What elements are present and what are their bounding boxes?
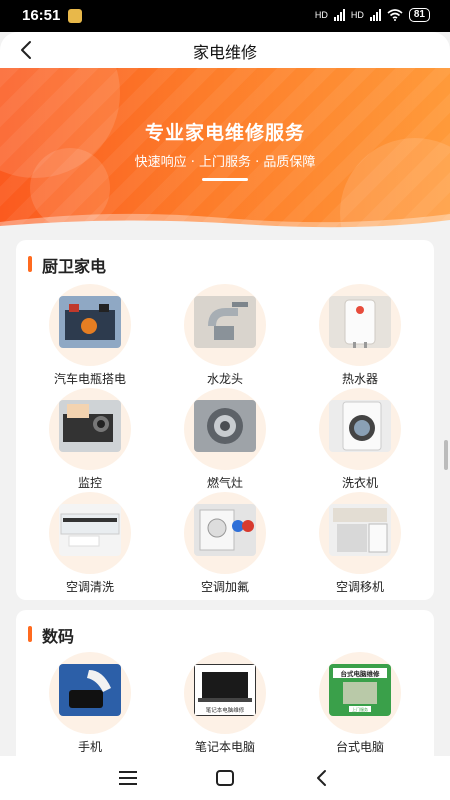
signal-icon-1	[333, 9, 345, 21]
service-faucet[interactable]: 水龙头	[160, 284, 290, 387]
signal-icon-2	[369, 9, 381, 21]
service-label: 台式电脑	[335, 740, 384, 754]
car-battery-photo	[49, 284, 131, 366]
phone-repair-photo	[49, 652, 131, 734]
banner-wave	[0, 213, 450, 230]
service-label: 空调清洗	[65, 580, 114, 594]
ac-cleaning-photo	[49, 492, 131, 574]
back-icon[interactable]	[307, 766, 337, 790]
section-digital: 数码 手机 笔记本电脑维修 笔记本电脑 台式电脑维修 上门服务 台式电脑	[16, 610, 434, 756]
network-label-1: HD	[314, 10, 328, 20]
gas-stove-photo	[184, 388, 266, 470]
scrollbar[interactable]	[444, 440, 448, 470]
service-gas-stove[interactable]: 燃气灶	[160, 388, 290, 491]
status-time: 16:51	[22, 7, 61, 24]
service-ac-refill[interactable]: 空调加氟	[160, 492, 290, 595]
service-label: 汽车电瓶搭电	[53, 372, 126, 386]
notification-icon	[68, 9, 82, 23]
service-laptop[interactable]: 笔记本电脑维修 笔记本电脑	[160, 652, 290, 755]
service-car-battery[interactable]: 汽车电瓶搭电	[25, 284, 155, 387]
service-ac-cleaning[interactable]: 空调清洗	[25, 492, 155, 595]
service-phone[interactable]: 手机	[25, 652, 155, 755]
service-label: 空调移机	[335, 580, 384, 594]
section-kitchen-appliances: 厨卫家电 汽车电瓶搭电 水龙头 热水器 监控 燃气灶 洗衣机 空调清洗 空调加氟…	[16, 240, 434, 600]
service-label: 洗衣机	[341, 476, 378, 490]
status-icons: HD HD 81	[315, 8, 430, 22]
network-label-2: HD	[350, 10, 364, 20]
ac-refill-photo	[184, 492, 266, 574]
washing-machine-photo	[319, 388, 401, 470]
banner-subtitle: 快速响应 · 上门服务 · 品质保障	[134, 155, 316, 170]
promo-banner: 专业家电维修服务 快速响应 · 上门服务 · 品质保障	[0, 68, 450, 230]
app-header: 家电维修	[0, 32, 450, 68]
service-label: 燃气灶	[206, 476, 243, 490]
service-washing-machine[interactable]: 洗衣机	[295, 388, 425, 491]
menu-icon[interactable]	[113, 766, 143, 790]
section-title: 数码	[42, 627, 75, 646]
service-label: 空调加氟	[200, 580, 249, 594]
section-title: 厨卫家电	[42, 257, 107, 276]
service-label: 热水器	[341, 372, 378, 386]
desktop-photo-caption: 台式电脑维修	[341, 669, 381, 678]
camera-photo	[49, 388, 131, 470]
desktop-photo-footer: 上门服务	[352, 706, 368, 712]
section-marker	[28, 256, 32, 272]
battery-icon: 81	[408, 8, 430, 22]
service-desktop[interactable]: 台式电脑维修 上门服务 台式电脑	[295, 652, 425, 755]
laptop-photo: 笔记本电脑维修	[184, 652, 266, 734]
water-heater-photo	[319, 284, 401, 366]
ac-relocate-photo	[319, 492, 401, 574]
service-water-heater[interactable]: 热水器	[295, 284, 425, 387]
service-label: 笔记本电脑	[194, 740, 255, 754]
page-title: 家电维修	[192, 43, 257, 62]
wifi-icon	[387, 9, 403, 21]
faucet-photo	[184, 284, 266, 366]
service-surveillance[interactable]: 监控	[25, 388, 155, 491]
section-marker	[28, 626, 32, 642]
service-label: 监控	[77, 476, 102, 490]
service-ac-relocation[interactable]: 空调移机	[295, 492, 425, 595]
desktop-photo: 台式电脑维修 上门服务	[319, 652, 401, 734]
banner-underline	[202, 178, 248, 181]
status-bar: 16:51 HD HD 81	[0, 0, 450, 32]
laptop-photo-caption: 笔记本电脑维修	[206, 706, 245, 714]
banner-title: 专业家电维修服务	[144, 122, 305, 144]
system-nav-bar	[0, 756, 450, 800]
home-icon[interactable]	[210, 766, 240, 790]
service-label: 水龙头	[206, 372, 243, 386]
service-label: 手机	[77, 740, 102, 754]
